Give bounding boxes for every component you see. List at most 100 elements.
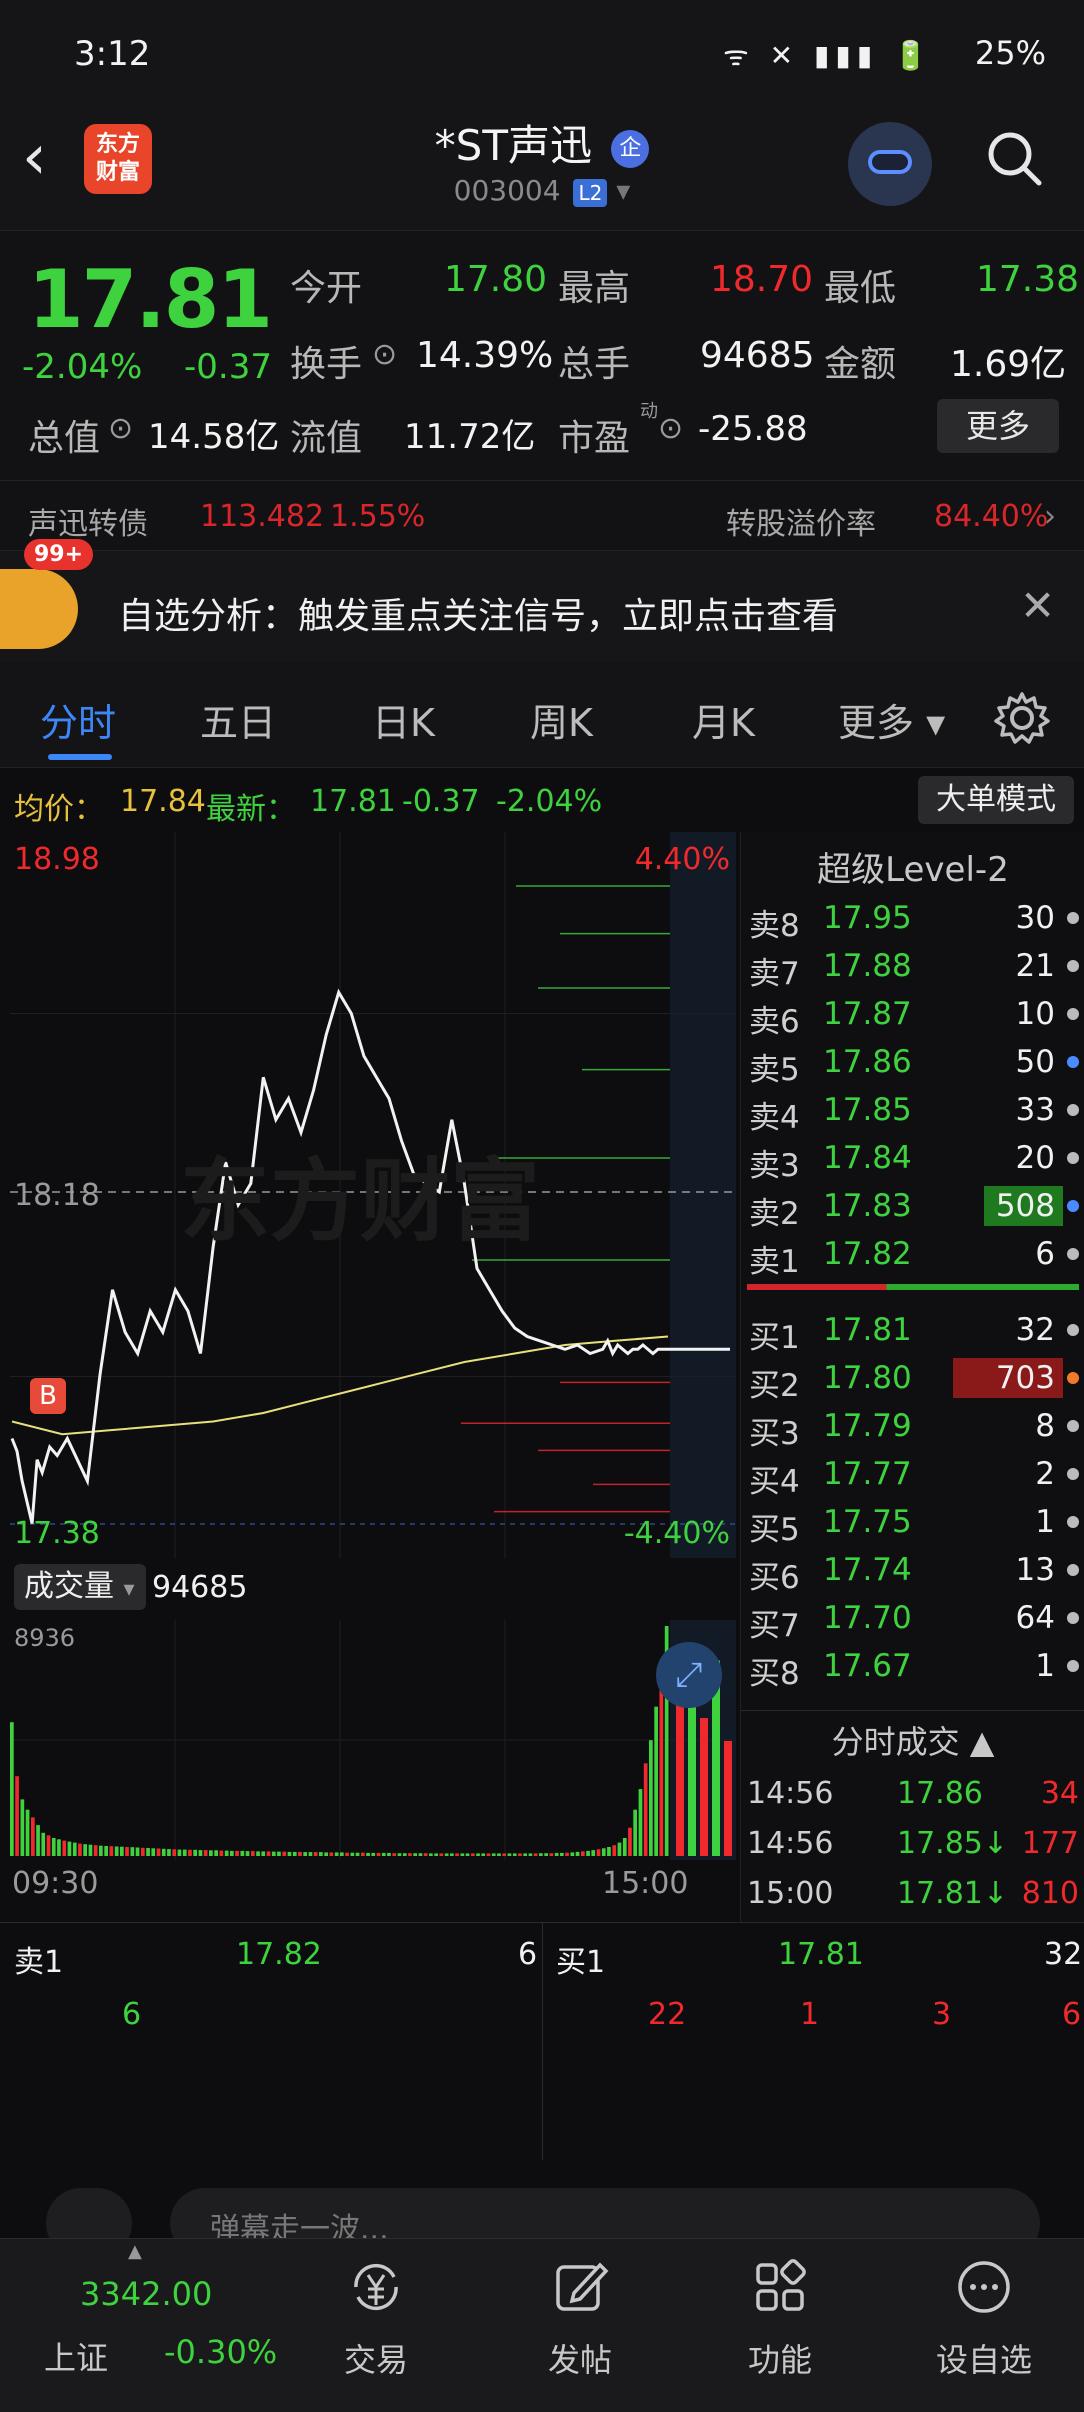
volume-bar xyxy=(319,1852,323,1856)
nav-trade[interactable]: 交易 xyxy=(296,2257,456,2381)
volume-bar xyxy=(114,1846,119,1856)
level2-orderbook: 超级Level-2 卖8 17.95 30 卖7 17.88 21 卖6 17.87 10 卖5 1… xyxy=(740,832,1084,1922)
buy-marker-icon[interactable]: B xyxy=(30,1378,66,1414)
bid-row[interactable]: 买8 17.67 1 xyxy=(741,1642,1084,1692)
bid-level-label: 买1 xyxy=(749,1320,800,1356)
volume-bar xyxy=(282,1851,287,1856)
volume-bar xyxy=(25,1809,30,1856)
latest-label: 最新： xyxy=(206,792,296,827)
big-order-mode-button[interactable]: 大单模式 xyxy=(918,776,1074,824)
info-icon[interactable]: ⊙ xyxy=(108,411,133,446)
volume-bar xyxy=(460,1853,465,1856)
bid-price: 17.67 xyxy=(823,1648,912,1684)
ask-row[interactable]: 卖2 17.83 508 xyxy=(741,1182,1084,1232)
bid-row[interactable]: 买1 17.81 32 xyxy=(741,1306,1084,1356)
danmaku-bar: 弹幕走一波... xyxy=(0,2160,1084,2258)
volume-bar xyxy=(476,1853,480,1856)
edit-icon xyxy=(556,2262,609,2311)
ask-row[interactable]: 卖1 17.82 6 xyxy=(741,1230,1084,1280)
volume-bar xyxy=(429,1853,433,1856)
ask-row[interactable]: 卖8 17.95 30 xyxy=(741,894,1084,944)
low-label: 最低 xyxy=(824,268,897,309)
volume-bar xyxy=(355,1852,360,1856)
tab-weekly-k[interactable]: 周K xyxy=(530,692,593,747)
info-icon[interactable]: ⊙ xyxy=(372,337,397,372)
premium-value: 84.40% xyxy=(934,499,1049,534)
volume-bar xyxy=(256,1851,260,1856)
volume-chart-svg xyxy=(10,1620,736,1860)
order-flag-dot xyxy=(1067,1612,1079,1624)
volume-bar xyxy=(397,1853,402,1856)
ask-level-label: 卖1 xyxy=(749,1244,800,1280)
high-value: 18.70 xyxy=(710,259,814,300)
volume-bar xyxy=(51,1838,56,1856)
nav-add-watchlist[interactable]: 设自选 xyxy=(904,2257,1064,2381)
bid-volume: 1 xyxy=(1035,1504,1055,1540)
pct-min-label: -4.40% xyxy=(623,1516,730,1551)
order-flag-dot xyxy=(1067,1152,1079,1164)
volume-header: 成交量 ▾ 94685 xyxy=(10,1564,736,1616)
bid-price: 17.75 xyxy=(823,1504,912,1540)
volume-bar xyxy=(570,1852,575,1856)
index-ticker[interactable]: ▲ 3342.00 上证 -0.30% xyxy=(0,2239,277,2412)
order-flag-dot xyxy=(1067,1324,1079,1336)
tab-daily-k[interactable]: 日K xyxy=(372,692,435,747)
volume-bar xyxy=(554,1852,559,1856)
volume-chart[interactable]: 8936 ⤢ 09:30 15:00 xyxy=(10,1620,736,1901)
tab-intraday[interactable]: 分时 xyxy=(40,692,116,747)
volume-bar xyxy=(628,1827,632,1856)
ask-row[interactable]: 卖6 17.87 10 xyxy=(741,990,1084,1040)
ask-row[interactable]: 卖5 17.86 50 xyxy=(741,1038,1084,1088)
bid-row[interactable]: 买4 17.77 2 xyxy=(741,1450,1084,1500)
volume-bar xyxy=(46,1835,51,1856)
volume-bar xyxy=(659,1681,664,1856)
tab-five-day[interactable]: 五日 xyxy=(200,692,276,747)
close-icon[interactable]: ✕ xyxy=(1020,581,1055,630)
nav-function[interactable]: 功能 xyxy=(700,2257,860,2381)
bid-row[interactable]: 买2 17.80 703 xyxy=(741,1354,1084,1404)
convertible-bond-row[interactable]: 声迅转债 113.482 1.55% 转股溢价率 84.40% › xyxy=(0,480,1084,550)
y-max-label: 18.98 xyxy=(14,842,100,877)
tick-trades-title[interactable]: 分时成交 ▲ xyxy=(741,1710,1084,1763)
ask-level-label: 卖3 xyxy=(749,1148,800,1184)
intraday-chart[interactable]: 东方财富 18.98 18.18 17.38 4.40% -4.40% B xyxy=(10,832,736,1558)
volume-indicator-select[interactable]: 成交量 ▾ xyxy=(14,1564,146,1610)
ask-volume: 50 xyxy=(1015,1044,1055,1080)
buy-detail-order: 22 xyxy=(648,1997,687,2032)
volume-bar xyxy=(688,1683,696,1856)
volume-bar xyxy=(214,1850,218,1856)
assistant-robot-icon[interactable] xyxy=(848,122,932,206)
ask-row[interactable]: 卖3 17.84 20 xyxy=(741,1134,1084,1184)
bid-row[interactable]: 买7 17.70 64 xyxy=(741,1594,1084,1644)
bid-volume: 32 xyxy=(1015,1312,1055,1348)
volume-bar xyxy=(512,1853,517,1856)
expand-icon[interactable]: ⤢ xyxy=(656,1642,722,1708)
volume-bar xyxy=(633,1809,637,1856)
ask-row[interactable]: 卖4 17.85 33 xyxy=(741,1086,1084,1136)
app-header: ‹ 东方 财富 *ST声迅 企 003004 L2 ▾ xyxy=(0,100,1084,230)
volume-bar xyxy=(240,1850,245,1856)
bid-row[interactable]: 买5 17.75 1 xyxy=(741,1498,1084,1548)
nav-post[interactable]: 发帖 xyxy=(500,2257,660,2381)
bottom-orderbook: 卖1 17.82 6 买1 17.81 32 6 22 1 3 6 xyxy=(0,1922,1084,2161)
volume-max-label: 8936 xyxy=(14,1624,76,1652)
analysis-notice[interactable]: 99+ )) 自选分析：触发重点关注信号，立即点击查看 ✕ xyxy=(0,539,1084,662)
active-tab-indicator xyxy=(48,754,112,760)
notification-badge: 99+ xyxy=(24,539,94,570)
bid-row[interactable]: 买6 17.74 13 xyxy=(741,1546,1084,1596)
ask-price: 17.84 xyxy=(823,1140,912,1176)
info-icon[interactable]: ⊙ xyxy=(658,411,683,446)
order-flag-dot xyxy=(1067,1468,1079,1480)
tab-monthly-k[interactable]: 月K xyxy=(692,692,755,747)
bid-row[interactable]: 买3 17.79 8 xyxy=(741,1402,1084,1452)
volume-bar xyxy=(612,1845,617,1856)
volume-bar xyxy=(539,1853,543,1856)
ask-row[interactable]: 卖7 17.88 21 xyxy=(741,942,1084,992)
tab-more[interactable]: 更多 ▾ xyxy=(838,692,945,747)
buy-detail-order: 6 xyxy=(1062,1997,1082,2032)
more-button[interactable]: 更多 xyxy=(937,399,1059,453)
gear-icon[interactable] xyxy=(994,690,1050,746)
latest-value: 17.81 xyxy=(310,784,396,819)
search-icon[interactable] xyxy=(984,128,1044,188)
order-flag-dot xyxy=(1067,1564,1079,1576)
